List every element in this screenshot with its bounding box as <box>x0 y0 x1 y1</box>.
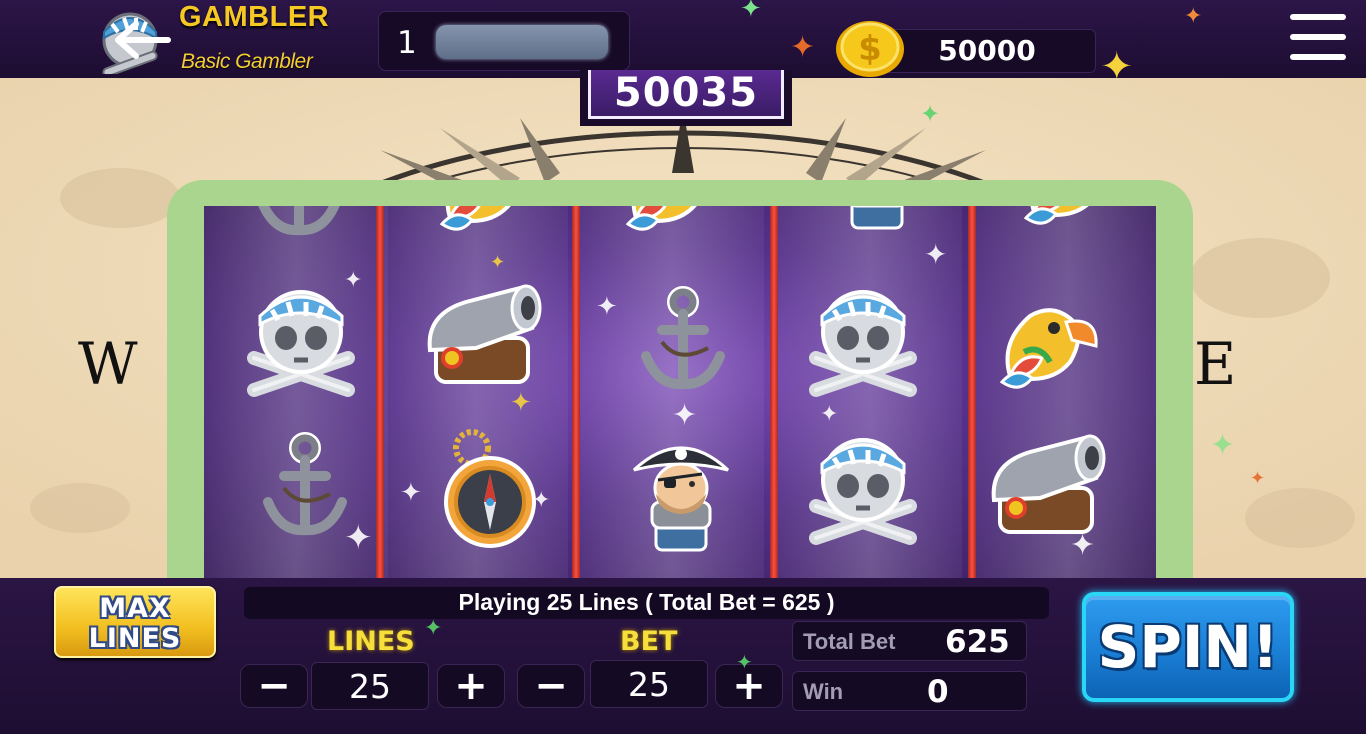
lines-label: LINES <box>327 626 415 657</box>
skull-crossbones-icon <box>798 420 928 550</box>
sparkle-icon: ✦ <box>344 268 363 293</box>
max-lines-button[interactable]: MAX LINES <box>54 586 216 658</box>
skull-crossbones-icon <box>798 272 928 402</box>
sparkle-icon: ✦ <box>1184 4 1203 29</box>
sparkle-icon: ✦ <box>820 402 839 427</box>
max-lines-label-line2: LINES <box>88 623 182 654</box>
parrot-icon <box>606 206 736 254</box>
control-panel: MAX LINES Playing 25 Lines ( Total Bet =… <box>0 578 1366 734</box>
pirate-captain-icon <box>812 206 942 236</box>
pirate-captain-icon <box>616 428 746 558</box>
cannon-icon <box>416 272 546 402</box>
sparkle-icon: ✦ <box>344 518 373 558</box>
sparkle-icon: ✦ <box>790 30 816 65</box>
sparkle-icon: ✦ <box>920 100 941 128</box>
sparkle-icon: ✦ <box>596 292 618 322</box>
sparkle-icon: ✦ <box>736 650 753 674</box>
sparkle-icon: ✦ <box>1250 468 1266 489</box>
spin-button-label: SPIN! <box>1097 613 1279 681</box>
reel-divider <box>968 206 976 578</box>
sparkle-icon: ✦ <box>424 616 443 641</box>
jackpot-panel: 50035 <box>580 70 792 126</box>
bet-label: BET <box>620 626 678 657</box>
status-message: Playing 25 Lines ( Total Bet = 625 ) <box>458 589 835 615</box>
win-label: Win <box>803 679 844 704</box>
max-lines-label-line1: MAX <box>99 593 171 624</box>
player-rank: Basic Gambler <box>181 50 313 73</box>
player-name: GAMBLER <box>179 1 330 33</box>
total-bet-value: 625 <box>945 624 1010 660</box>
sparkle-icon: ✦ <box>510 388 532 418</box>
total-bet-panel: Total Bet 625 <box>792 621 1027 661</box>
parrot-icon <box>1004 206 1134 248</box>
back-arrow-icon[interactable] <box>110 18 172 62</box>
lines-value: 25 <box>311 662 429 710</box>
sparkle-icon: ✦ <box>924 238 948 271</box>
reel-divider <box>770 206 778 578</box>
slot-reels: ✦ ✦ ✦ ✦ ✦ ✦ ✦ ✦ ✦ ✦ ✦ <box>204 206 1156 578</box>
jackpot-value: 50035 <box>613 70 759 116</box>
win-panel: Win 0 <box>792 671 1027 711</box>
reel-divider <box>376 206 384 578</box>
parrot-icon <box>980 282 1110 412</box>
sparkle-icon: ✦ <box>1070 528 1096 563</box>
total-bet-label: Total Bet <box>803 629 896 654</box>
sparkle-icon: ✦ <box>532 488 551 513</box>
anchor-icon <box>234 206 364 254</box>
sparkle-icon: ✦ <box>490 252 506 273</box>
coin-balance: 50000 <box>938 34 1036 67</box>
compass-east-letter: E <box>1194 330 1237 398</box>
bet-value: 25 <box>590 660 708 708</box>
anchor-icon <box>618 278 748 408</box>
sparkle-icon: ✦ <box>740 0 762 24</box>
compass-west-letter: W <box>78 330 138 398</box>
menu-icon[interactable] <box>1290 14 1346 62</box>
sparkle-icon: ✦ <box>672 398 698 433</box>
level-panel: 1 <box>378 11 630 71</box>
sparkle-icon: ✦ <box>400 478 422 508</box>
status-bar: Playing 25 Lines ( Total Bet = 625 ) <box>244 587 1049 619</box>
spin-button[interactable]: SPIN! <box>1082 592 1294 702</box>
top-bar: ✦ ✦ ✦ ✦ GAMBLER Basic Gambler 1 $ 50000 <box>0 0 1366 78</box>
sparkle-icon: ✦ <box>1100 44 1134 78</box>
win-value: 0 <box>927 674 949 710</box>
reel-divider <box>572 206 580 578</box>
xp-progress-bar <box>436 25 608 59</box>
lines-decrease-button[interactable]: − <box>240 663 308 709</box>
lines-increase-button[interactable]: + <box>437 663 505 709</box>
level-number: 1 <box>397 25 417 61</box>
parrot-icon <box>420 206 550 254</box>
sparkle-icon: ✦ <box>1210 428 1236 463</box>
bet-decrease-button[interactable]: − <box>517 663 585 709</box>
